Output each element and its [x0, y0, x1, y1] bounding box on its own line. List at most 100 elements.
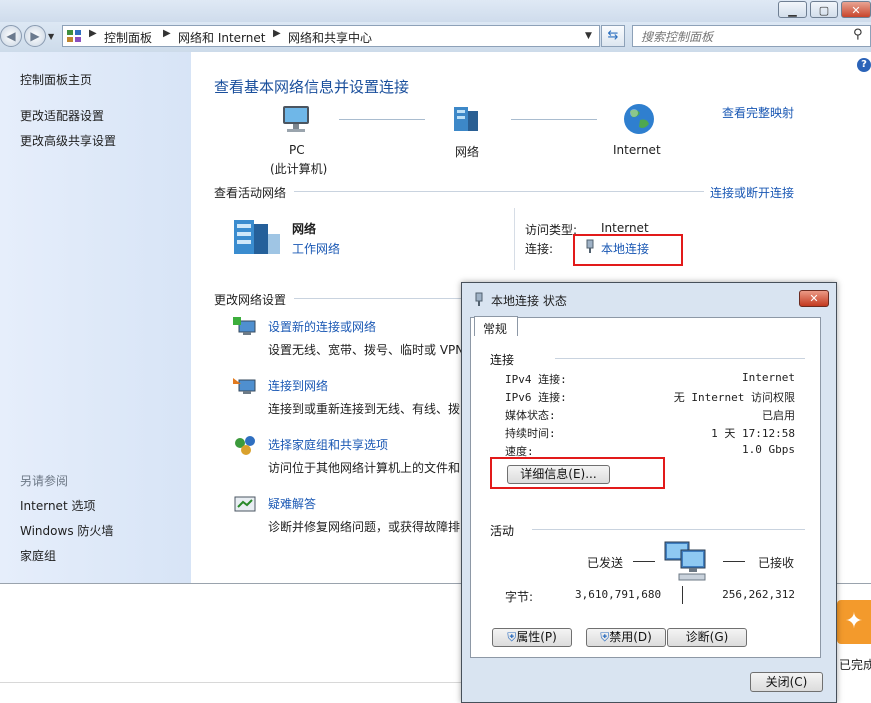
address-dropdown-icon[interactable]: ▼ [585, 31, 592, 41]
disable-button-label: 禁用(D) [609, 630, 652, 644]
network-type-link[interactable]: 工作网络 [292, 240, 340, 257]
dialog-tab-panel: 连接 IPv4 连接: Internet IPv6 连接: 无 Internet… [470, 317, 821, 658]
forward-button[interactable]: ▶ [24, 25, 46, 47]
computer-icon [283, 106, 309, 132]
task-homegroup-desc: 访问位于其他网络计算机上的文件和 [268, 461, 461, 475]
highlight-box [573, 234, 683, 266]
breadcrumb-control-panel[interactable]: 控制面板 [104, 29, 152, 46]
ipv6-label: IPv6 连接: [505, 391, 567, 404]
network-icon [454, 107, 478, 131]
control-panel-icon [67, 30, 81, 42]
section-divider [532, 529, 805, 530]
window-close-button[interactable]: ✕ [841, 1, 871, 18]
map-network-label: 网络 [455, 145, 480, 159]
speed-value: 1.0 Gbps [742, 443, 795, 456]
sent-line [633, 561, 655, 562]
map-pc-sublabel: (此计算机) [270, 162, 328, 176]
diagnose-button[interactable]: 诊断(G) [667, 628, 747, 647]
bytes-divider [682, 586, 683, 604]
recent-pages-dropdown[interactable]: ▼ [48, 32, 54, 41]
work-network-icon [234, 220, 280, 254]
help-icon[interactable]: ? [857, 58, 871, 72]
globe-icon [624, 104, 654, 134]
refresh-button[interactable]: ⇆ [601, 25, 625, 47]
see-also-heading: 另请参阅 [20, 474, 69, 488]
search-box[interactable]: ⚲ [632, 25, 871, 47]
shield-icon: ⛨ [600, 630, 610, 644]
breadcrumb-network-internet[interactable]: 网络和 Internet [178, 29, 265, 46]
new-connection-icon [233, 317, 256, 335]
sent-label: 已发送 [587, 556, 624, 570]
network-activity-icon [664, 541, 706, 581]
received-label: 已接收 [758, 556, 795, 570]
map-connector-line [511, 119, 597, 120]
dialog-close-button[interactable]: ✕ [799, 290, 829, 307]
sidebar-item-homegroup[interactable]: 家庭组 [20, 547, 56, 564]
back-button[interactable]: ◀ [0, 25, 22, 47]
map-internet-label: Internet [613, 143, 661, 157]
task-troubleshoot-link[interactable]: 疑难解答 [268, 495, 316, 512]
address-toolbar: ◀ ▶ ▼ ▶ 控制面板 ▶ 网络和 Internet ▶ 网络和共享中心 ▼ … [0, 22, 871, 52]
properties-button-label: 属性(P) [516, 630, 557, 644]
close-button[interactable]: 关闭(C) [750, 672, 823, 692]
task-homegroup-link[interactable]: 选择家庭组和共享选项 [268, 436, 388, 453]
address-bar[interactable]: ▶ 控制面板 ▶ 网络和 Internet ▶ 网络和共享中心 ▼ [62, 25, 600, 47]
ipv6-value: 无 Internet 访问权限 [673, 391, 795, 404]
background-app-icon[interactable]: ✦ [837, 600, 871, 644]
connection-section-heading: 连接 [490, 353, 515, 367]
task-connect-network-desc: 连接到或重新连接到无线、有线、拨 [268, 402, 461, 416]
section-divider [555, 358, 805, 359]
refresh-icon: ⇆ [607, 28, 619, 43]
bytes-received-value: 256,262,312 [722, 588, 795, 601]
sidebar-item-advanced-sharing[interactable]: 更改高级共享设置 [20, 132, 116, 149]
task-setup-connection-link[interactable]: 设置新的连接或网络 [268, 318, 376, 335]
bytes-label: 字节: [505, 590, 534, 604]
received-line [723, 561, 745, 562]
breadcrumb-separator-icon: ▶ [89, 28, 97, 39]
back-arrow-icon: ◀ [6, 29, 16, 43]
ipv4-label: IPv4 连接: [505, 373, 567, 386]
forward-arrow-icon: ▶ [30, 29, 40, 43]
sidebar-item-internet-options[interactable]: Internet 选项 [20, 497, 95, 514]
duration-label: 持续时间: [505, 427, 556, 440]
background-divider [0, 682, 461, 683]
dialog-title: 本地连接 状态 [491, 294, 567, 308]
vertical-divider [514, 208, 515, 270]
troubleshoot-icon [234, 496, 256, 512]
minimize-button[interactable]: ▁ [778, 1, 807, 18]
full-map-link[interactable]: 查看完整映射 [722, 104, 794, 121]
sidebar-item-windows-firewall[interactable]: Windows 防火墙 [20, 522, 113, 539]
minimize-icon: ▁ [788, 4, 797, 17]
close-icon: ✕ [809, 292, 819, 305]
left-navigation-pane: 控制面板主页 更改适配器设置 更改高级共享设置 另请参阅 Internet 选项… [0, 52, 191, 583]
task-setup-connection-desc: 设置无线、宽带、拨号、临时或 VPN [268, 343, 465, 357]
properties-button[interactable]: ⛨属性(P) [492, 628, 572, 647]
activity-section-heading: 活动 [490, 524, 515, 538]
maximize-button[interactable]: ▢ [810, 1, 838, 18]
search-icon[interactable]: ⚲ [853, 27, 863, 42]
bytes-sent-value: 3,610,791,680 [575, 588, 662, 601]
access-type-value: Internet [601, 221, 649, 235]
task-connect-network-link[interactable]: 连接到网络 [268, 377, 328, 394]
ethernet-plug-icon [475, 292, 483, 306]
local-connection-status-dialog: 本地连接 状态 ✕ 常规 连接 IPv4 连接: Internet IPv6 连… [461, 282, 837, 703]
highlight-box [490, 457, 665, 489]
sidebar-item-adapter-settings[interactable]: 更改适配器设置 [20, 107, 104, 124]
active-networks-heading: 查看活动网络 [214, 186, 287, 200]
connect-disconnect-link[interactable]: 连接或断开连接 [710, 184, 794, 201]
breadcrumb-separator-icon: ▶ [273, 28, 281, 39]
connect-network-icon [233, 378, 256, 394]
tab-general[interactable]: 常规 [474, 316, 518, 336]
breadcrumb-sharing-center[interactable]: 网络和共享中心 [288, 29, 372, 46]
section-divider [294, 298, 464, 299]
map-connector-line [339, 119, 425, 120]
active-network-name: 网络 [292, 222, 317, 236]
connection-label: 连接: [525, 242, 554, 256]
breadcrumb-separator-icon: ▶ [163, 28, 171, 39]
duration-value: 1 天 17:12:58 [711, 427, 795, 440]
page-title: 查看基本网络信息并设置连接 [214, 78, 410, 96]
disable-button[interactable]: ⛨禁用(D) [586, 628, 666, 647]
tab-general-label: 常规 [483, 322, 508, 336]
search-input[interactable] [639, 28, 843, 46]
sidebar-item-control-panel-home[interactable]: 控制面板主页 [20, 71, 92, 88]
